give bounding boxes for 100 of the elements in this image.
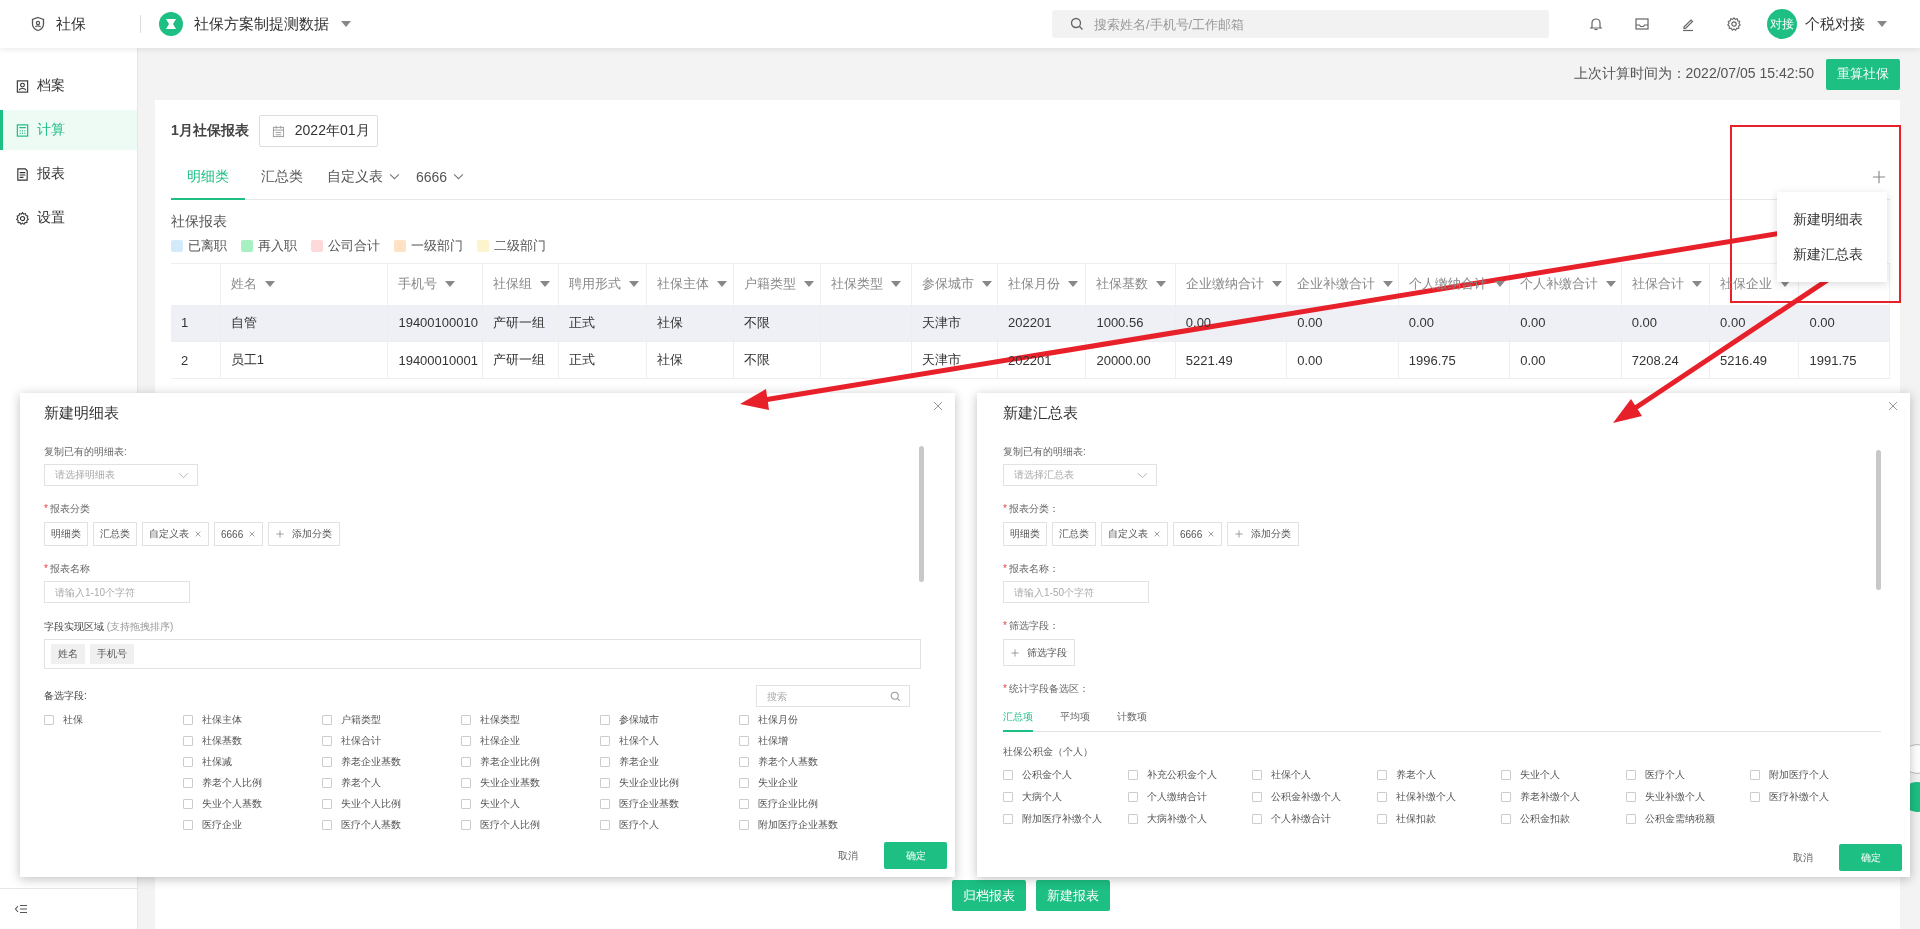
checkbox-item[interactable]: 公积金扣款 [1501, 812, 1626, 826]
column-header[interactable]: 社保主体 [646, 263, 734, 305]
menu-item[interactable]: 新建明细表 [1793, 211, 1863, 227]
plus-icon[interactable] [1872, 170, 1886, 184]
checkbox-item[interactable]: 社保扣款 [1376, 812, 1501, 826]
checkbox[interactable] [1625, 770, 1636, 780]
checkbox-item[interactable]: 失业企业基数 [461, 776, 600, 790]
checkbox-item[interactable]: 公积金个人 [1003, 768, 1128, 782]
checkbox[interactable] [739, 715, 749, 725]
column-header[interactable]: 企业缴纳合计 [1175, 263, 1287, 305]
checkbox-item[interactable]: 养老个人 [322, 776, 461, 790]
input-field[interactable]: 请输入1-10个字符 [44, 581, 190, 603]
checkbox[interactable] [183, 799, 193, 809]
stat-tab[interactable]: 计数项 [1117, 704, 1147, 732]
checkbox-item[interactable]: 医疗补缴个人 [1750, 790, 1875, 804]
checkbox-item[interactable]: 社保补缴个人 [1376, 790, 1501, 804]
remove-icon[interactable] [248, 530, 257, 538]
column-header[interactable]: 社保合计 [1621, 263, 1710, 305]
checkbox[interactable] [739, 820, 749, 830]
remove-icon[interactable] [1153, 530, 1161, 538]
checkbox[interactable] [183, 715, 193, 725]
checkbox[interactable] [739, 799, 749, 809]
report-tab[interactable]: 汇总类 [245, 155, 319, 200]
checkbox[interactable] [44, 715, 54, 725]
project-selector[interactable]: 社保方案制提测数据 [194, 14, 329, 34]
checkbox[interactable] [1501, 792, 1511, 802]
scrollbar[interactable] [1876, 450, 1881, 590]
checkbox[interactable] [600, 715, 610, 725]
checkbox[interactable] [322, 715, 332, 725]
checkbox[interactable] [183, 820, 193, 830]
checkbox-item[interactable]: 公积金补缴个人 [1252, 790, 1377, 804]
column-header[interactable]: 社保基数 [1085, 263, 1176, 305]
category-tag[interactable]: 自定义表 [1101, 522, 1168, 546]
scrollbar[interactable] [919, 446, 924, 582]
checkbox-item[interactable]: 医疗企业基数 [600, 797, 739, 811]
bell-icon[interactable] [1588, 16, 1604, 32]
checkbox[interactable] [1625, 792, 1636, 802]
checkbox[interactable] [600, 820, 610, 830]
checkbox[interactable] [1750, 770, 1760, 780]
checkbox[interactable] [1376, 770, 1387, 780]
checkbox-item[interactable]: 养老企业 [600, 755, 739, 769]
checkbox[interactable] [461, 757, 471, 767]
checkbox-item[interactable]: 失业企业 [739, 776, 878, 790]
field-chip[interactable]: 姓名 [51, 644, 85, 664]
column-header[interactable]: 社保组 [482, 263, 559, 305]
column-header[interactable]: 个人补缴合计 [1509, 263, 1622, 305]
category-tag[interactable]: 汇总类 [1052, 522, 1096, 546]
sidebar-item[interactable]: 报表 [0, 154, 137, 194]
checkbox-item[interactable]: 失业个人 [461, 797, 600, 811]
checkbox-item[interactable]: 医疗个人 [1625, 768, 1750, 782]
checkbox-item[interactable]: 社保减 [183, 755, 322, 769]
checkbox[interactable] [1127, 814, 1138, 824]
checkbox-item[interactable]: 医疗个人 [600, 818, 739, 832]
column-header[interactable]: 手机号 [387, 263, 483, 305]
checkbox-item[interactable]: 社保企业 [461, 734, 600, 748]
checkbox[interactable] [600, 799, 610, 809]
checkbox[interactable] [461, 778, 471, 788]
cancel-button[interactable]: 取消 [1787, 850, 1819, 865]
sidebar-item[interactable]: 档案 [0, 66, 137, 106]
checkbox-item[interactable]: 失业个人比例 [322, 797, 461, 811]
inbox-icon[interactable] [1634, 16, 1650, 32]
remove-icon[interactable] [194, 530, 202, 538]
column-header[interactable]: 聘用形式 [558, 263, 647, 305]
stat-tab[interactable]: 平均项 [1060, 704, 1090, 732]
column-header[interactable]: 社保类型 [820, 263, 912, 305]
column-header[interactable]: 企业补缴合计 [1286, 263, 1399, 305]
checkbox-item[interactable]: 医疗个人比例 [461, 818, 600, 832]
checkbox-item[interactable]: 社保个人 [600, 734, 739, 748]
checkbox-item[interactable]: 社保 [44, 713, 183, 727]
checkbox-item[interactable]: 公积金需纳税额 [1625, 812, 1750, 826]
remove-icon[interactable] [1207, 530, 1216, 538]
checkbox[interactable] [322, 778, 332, 788]
checkbox[interactable] [1501, 814, 1511, 824]
category-tag[interactable]: 6666 [214, 522, 264, 546]
checkbox[interactable] [1750, 792, 1760, 802]
checkbox-item[interactable]: 个人补缴合计 [1252, 812, 1377, 826]
checkbox-item[interactable]: 社保基数 [183, 734, 322, 748]
menu-item[interactable]: 新建汇总表 [1793, 246, 1863, 262]
column-header[interactable]: 户籍类型 [733, 263, 821, 305]
checkbox-item[interactable]: 附加医疗企业基数 [739, 818, 878, 832]
checkbox-item[interactable]: 社保合计 [322, 734, 461, 748]
checkbox-item[interactable]: 户籍类型 [322, 713, 461, 727]
checkbox[interactable] [1003, 792, 1013, 802]
checkbox[interactable] [739, 736, 749, 746]
column-header[interactable]: 社保月份 [997, 263, 1086, 305]
checkbox-item[interactable]: 参保城市 [600, 713, 739, 727]
checkbox[interactable] [461, 799, 471, 809]
checkbox[interactable] [461, 715, 471, 725]
field-chip[interactable]: 手机号 [90, 644, 134, 664]
filter-field-button[interactable]: 筛选字段 [1003, 639, 1075, 666]
checkbox[interactable] [1003, 814, 1013, 824]
checkbox[interactable] [600, 736, 610, 746]
checkbox[interactable] [322, 736, 332, 746]
category-tag[interactable]: 汇总类 [93, 522, 137, 546]
checkbox[interactable] [600, 757, 610, 767]
checkbox-item[interactable]: 大病补缴个人 [1127, 812, 1252, 826]
checkbox[interactable] [1376, 814, 1387, 824]
checkbox-item[interactable]: 失业补缴个人 [1625, 790, 1750, 804]
checkbox[interactable] [1252, 770, 1262, 780]
checkbox-item[interactable]: 医疗个人基数 [322, 818, 461, 832]
